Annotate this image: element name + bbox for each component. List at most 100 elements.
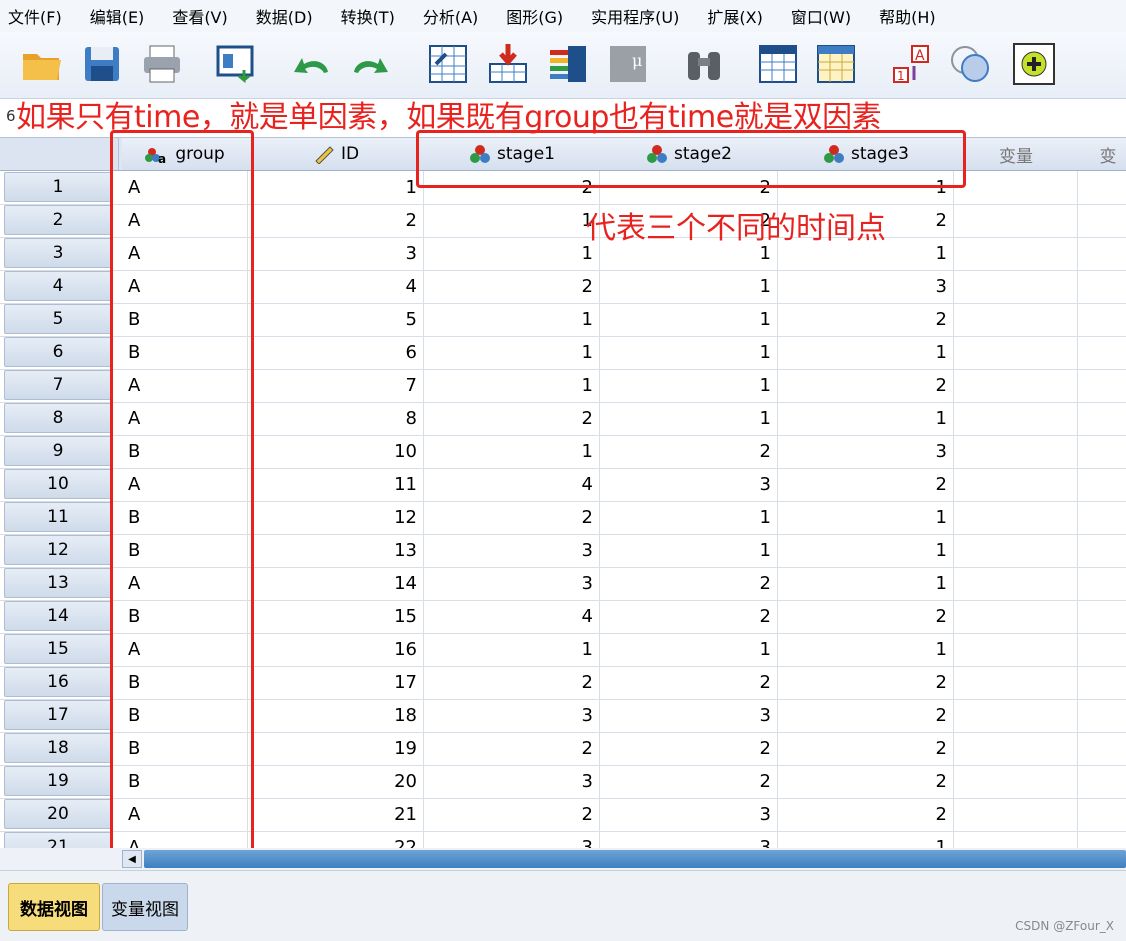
- cell-stage1[interactable]: 2: [424, 732, 600, 765]
- cell-ID[interactable]: 8: [248, 402, 424, 435]
- cell-empty[interactable]: [954, 831, 1078, 848]
- cell-empty[interactable]: [1078, 171, 1126, 204]
- cell-stage1[interactable]: 2: [424, 666, 600, 699]
- cell-empty[interactable]: [1078, 369, 1126, 402]
- cell-ID[interactable]: 2: [248, 204, 424, 237]
- cell-stage2[interactable]: 3: [600, 831, 778, 848]
- cell-stage3[interactable]: 1: [778, 567, 954, 600]
- cell-stage1[interactable]: 3: [424, 831, 600, 848]
- cell-ID[interactable]: 17: [248, 666, 424, 699]
- cell-empty[interactable]: [1078, 501, 1126, 534]
- column-header-stage1[interactable]: stage1: [424, 138, 601, 170]
- print-icon[interactable]: [138, 40, 186, 88]
- row-number[interactable]: 4: [4, 271, 112, 301]
- cell-empty[interactable]: [954, 402, 1078, 435]
- tab-data-view[interactable]: 数据视图: [8, 883, 100, 931]
- menu-item-3[interactable]: 数据(D): [248, 4, 313, 28]
- cell-empty[interactable]: [954, 534, 1078, 567]
- cell-stage2[interactable]: 2: [600, 435, 778, 468]
- row-number[interactable]: 11: [4, 502, 112, 532]
- goto-case-icon[interactable]: [424, 40, 472, 88]
- column-header-empty-5[interactable]: 变量: [954, 138, 1079, 170]
- cell-stage3[interactable]: 2: [778, 699, 954, 732]
- save-icon[interactable]: [78, 40, 126, 88]
- row-number[interactable]: 3: [4, 238, 112, 268]
- cell-stage1[interactable]: 2: [424, 171, 600, 204]
- cell-ID[interactable]: 5: [248, 303, 424, 336]
- column-header-empty-6[interactable]: 变: [1078, 138, 1126, 170]
- cell-empty[interactable]: [1078, 600, 1126, 633]
- cell-ID[interactable]: 18: [248, 699, 424, 732]
- cell-empty[interactable]: [1078, 633, 1126, 666]
- cell-empty[interactable]: [954, 633, 1078, 666]
- cell-ID[interactable]: 4: [248, 270, 424, 303]
- cell-stage3[interactable]: 1: [778, 534, 954, 567]
- cell-group[interactable]: A: [122, 633, 248, 666]
- cell-empty[interactable]: [954, 600, 1078, 633]
- cell-stage1[interactable]: 3: [424, 765, 600, 798]
- cell-group[interactable]: A: [122, 468, 248, 501]
- cell-stage2[interactable]: 1: [600, 369, 778, 402]
- cell-stage3[interactable]: 1: [778, 501, 954, 534]
- cell-stage2[interactable]: 1: [600, 402, 778, 435]
- row-number[interactable]: 10: [4, 469, 112, 499]
- cell-stage2[interactable]: 2: [600, 600, 778, 633]
- cell-empty[interactable]: [1078, 798, 1126, 831]
- cell-stage2[interactable]: 3: [600, 468, 778, 501]
- cell-stage2[interactable]: 2: [600, 732, 778, 765]
- row-number[interactable]: 17: [4, 700, 112, 730]
- cell-stage3[interactable]: 1: [778, 336, 954, 369]
- select-cases-icon[interactable]: [1010, 40, 1058, 88]
- header-corner[interactable]: [0, 138, 119, 170]
- row-number[interactable]: 20: [4, 799, 112, 829]
- menu-item-7[interactable]: 实用程序(U): [583, 4, 679, 28]
- cell-stage1[interactable]: 1: [424, 633, 600, 666]
- row-number[interactable]: 9: [4, 436, 112, 466]
- cell-empty[interactable]: [954, 435, 1078, 468]
- horizontal-scrollbar[interactable]: ◀: [0, 848, 1126, 870]
- cell-stage2[interactable]: 2: [600, 567, 778, 600]
- cell-stage2[interactable]: 1: [600, 336, 778, 369]
- cell-ID[interactable]: 22: [248, 831, 424, 848]
- row-number[interactable]: 19: [4, 766, 112, 796]
- cell-empty[interactable]: [954, 567, 1078, 600]
- column-header-ID[interactable]: ID: [248, 138, 425, 170]
- cell-empty[interactable]: [1078, 831, 1126, 848]
- row-number[interactable]: 15: [4, 634, 112, 664]
- cell-stage1[interactable]: 1: [424, 435, 600, 468]
- cell-empty[interactable]: [954, 468, 1078, 501]
- cell-stage1[interactable]: 1: [424, 303, 600, 336]
- cell-stage1[interactable]: 2: [424, 501, 600, 534]
- column-header-group[interactable]: a group: [122, 138, 249, 170]
- cell-group[interactable]: B: [122, 699, 248, 732]
- cell-empty[interactable]: [954, 666, 1078, 699]
- cell-empty[interactable]: [1078, 237, 1126, 270]
- cell-empty[interactable]: [954, 699, 1078, 732]
- scroll-left-icon[interactable]: ◀: [122, 850, 142, 868]
- cell-empty[interactable]: [954, 237, 1078, 270]
- cell-group[interactable]: A: [122, 798, 248, 831]
- cell-empty[interactable]: [954, 303, 1078, 336]
- cell-ID[interactable]: 13: [248, 534, 424, 567]
- row-number[interactable]: 7: [4, 370, 112, 400]
- cell-empty[interactable]: [1078, 765, 1126, 798]
- cell-stage3[interactable]: 2: [778, 765, 954, 798]
- cell-stage3[interactable]: 1: [778, 402, 954, 435]
- cell-stage3[interactable]: 1: [778, 831, 954, 848]
- row-number[interactable]: 13: [4, 568, 112, 598]
- cell-stage1[interactable]: 3: [424, 699, 600, 732]
- cell-stage1[interactable]: 4: [424, 600, 600, 633]
- goto-variable-icon[interactable]: [484, 40, 532, 88]
- cell-stage3[interactable]: 3: [778, 435, 954, 468]
- cell-stage2[interactable]: 1: [600, 534, 778, 567]
- cell-stage2[interactable]: 1: [600, 633, 778, 666]
- menu-item-10[interactable]: 帮助(H): [871, 4, 936, 28]
- cell-group[interactable]: A: [122, 204, 248, 237]
- undo-icon[interactable]: [288, 40, 336, 88]
- cell-group[interactable]: B: [122, 732, 248, 765]
- insert-cases-icon[interactable]: [754, 40, 802, 88]
- cell-stage1[interactable]: 1: [424, 204, 600, 237]
- cell-ID[interactable]: 7: [248, 369, 424, 402]
- open-folder-icon[interactable]: [18, 40, 66, 88]
- menu-item-4[interactable]: 转换(T): [333, 4, 395, 28]
